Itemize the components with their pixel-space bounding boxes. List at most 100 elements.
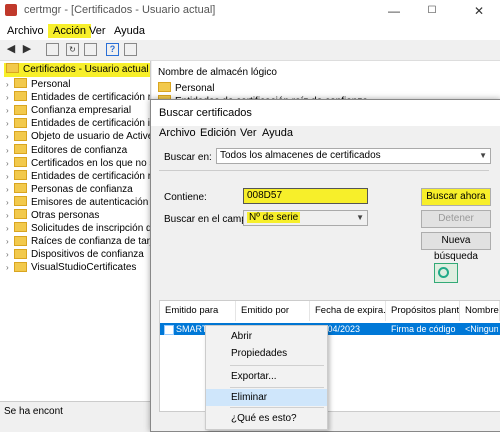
tree-item[interactable]: › Dispositivos de confianza <box>6 248 144 262</box>
expand-chevron-icon[interactable]: › <box>6 130 14 144</box>
expand-chevron-icon[interactable]: › <box>6 261 14 275</box>
show-hide-tree-icon[interactable] <box>46 43 59 56</box>
search-field-value: Nº de serie <box>247 212 301 223</box>
tree-item[interactable]: › Otras personas <box>6 209 99 223</box>
tree-item[interactable]: › Entidades de certificación int <box>6 117 150 131</box>
expand-chevron-icon[interactable]: › <box>6 117 14 131</box>
tree-item[interactable]: › Emisores de autenticación de <box>6 196 150 210</box>
folder-icon <box>14 170 27 181</box>
chevron-down-icon: ▼ <box>479 151 487 160</box>
context-separator <box>230 387 324 388</box>
tree-item-label: Raíces de confianza de tarjeta <box>31 236 150 248</box>
folder-icon <box>14 183 27 194</box>
tree-item-label: Editores de confianza <box>31 144 128 156</box>
column-header[interactable]: Propósitos plant... <box>386 301 460 321</box>
expand-chevron-icon[interactable]: › <box>6 248 14 262</box>
column-header[interactable]: Nombre d <box>460 301 500 321</box>
search-now-button[interactable]: Buscar ahora <box>421 188 491 206</box>
menu-ver[interactable]: Ver <box>84 24 111 38</box>
dialog-title-bar: Buscar certificados <box>151 100 500 126</box>
expand-chevron-icon[interactable]: › <box>6 157 14 171</box>
folder-icon <box>158 82 171 93</box>
tree-item[interactable]: › Solicitudes de inscripción de <box>6 222 150 236</box>
column-header[interactable]: Fecha de expira... <box>310 301 386 321</box>
folder-icon <box>14 78 27 89</box>
certificate-store-icon <box>6 63 19 74</box>
maximize-button[interactable]: ☐ <box>421 2 443 20</box>
tree-item[interactable]: › Raíces de confianza de tarjeta <box>6 235 150 249</box>
expand-chevron-icon[interactable]: › <box>6 235 14 249</box>
forward-arrow-icon[interactable]: ▶ <box>20 42 34 56</box>
tree-item[interactable]: › Confianza empresarial <box>6 104 131 118</box>
tree-item[interactable]: › Entidades de certificación raí <box>6 91 151 105</box>
store-item-personal[interactable]: Personal <box>158 82 214 96</box>
tree-item[interactable]: › Editores de confianza <box>6 143 128 158</box>
export-list-icon[interactable] <box>84 43 97 56</box>
column-header[interactable]: Emitido por <box>236 301 310 321</box>
properties-icon[interactable] <box>124 43 137 56</box>
tree-item-label: Entidades de certificación raí <box>31 170 151 182</box>
expand-chevron-icon[interactable]: › <box>6 222 14 236</box>
folder-icon <box>14 130 27 141</box>
tree-item[interactable]: › Objeto de usuario de Active D <box>6 130 151 144</box>
context-export[interactable]: Exportar... <box>206 368 327 385</box>
menu-archivo[interactable]: Archivo <box>2 24 49 38</box>
expand-chevron-icon[interactable]: › <box>6 144 14 158</box>
column-header[interactable]: Emitido para <box>160 301 236 321</box>
certificate-icon <box>164 325 174 335</box>
expand-chevron-icon[interactable]: › <box>6 209 14 223</box>
dialog-menu-edicion[interactable]: Edición <box>200 127 236 139</box>
tree-pane: Certificados - Usuario actual › Personal ›… <box>0 61 151 401</box>
context-open[interactable]: Abrir <box>206 328 327 345</box>
dialog-menu-ayuda[interactable]: Ayuda <box>262 127 293 139</box>
context-separator <box>230 365 324 366</box>
context-delete[interactable]: Eliminar <box>206 389 327 406</box>
dialog-menu-ver[interactable]: Ver <box>240 127 257 139</box>
tree-item-label: Dispositivos de confianza <box>31 249 144 261</box>
tree-item[interactable]: › Personas de confianza <box>6 183 133 197</box>
tree-item-label: Entidades de certificación raí <box>31 92 151 104</box>
context-whats-this[interactable]: ¿Qué es esto? <box>206 410 327 427</box>
close-button[interactable]: ✕ <box>468 2 490 20</box>
menu-ayuda[interactable]: Ayuda <box>109 24 150 38</box>
toolbar: ◀ ▶ ↻ ? <box>0 40 500 61</box>
divider <box>159 170 489 171</box>
context-properties[interactable]: Propiedades <box>206 345 327 362</box>
folder-icon <box>14 235 27 246</box>
expand-chevron-icon[interactable]: › <box>6 196 14 210</box>
stop-button[interactable]: Detener <box>421 210 491 228</box>
tree-item[interactable]: › Entidades de certificación raí <box>6 170 151 184</box>
title-bar: certmgr - [Certificados - Usuario actual… <box>0 0 500 22</box>
expand-chevron-icon[interactable]: › <box>6 91 14 105</box>
tree-item-label: Personal <box>31 79 71 90</box>
window-title: certmgr - [Certificados - Usuario actual… <box>24 4 216 16</box>
contains-input[interactable]: 008D57 <box>243 188 368 204</box>
tree-item[interactable]: › Certificados en los que no se <box>6 156 150 171</box>
expand-chevron-icon[interactable]: › <box>6 170 14 184</box>
result-cell: <Ninguno <box>465 324 498 334</box>
folder-icon <box>14 222 27 233</box>
search-field-select[interactable]: Nº de serie ▼ <box>243 210 368 226</box>
expand-chevron-icon[interactable]: › <box>6 78 14 92</box>
search-animation-icon <box>434 263 458 283</box>
tree-item[interactable]: › Personal <box>6 78 70 92</box>
new-search-button[interactable]: Nueva búsqueda <box>421 232 491 262</box>
folder-icon <box>14 117 27 128</box>
magnifier-icon <box>438 267 449 278</box>
help-icon[interactable]: ? <box>106 43 119 56</box>
store-item-label: Personal <box>175 83 215 94</box>
tree-item-label: VisualStudioCertificates <box>31 262 137 274</box>
folder-icon <box>14 156 27 167</box>
back-arrow-icon[interactable]: ◀ <box>4 42 18 56</box>
minimize-button[interactable]: — <box>383 2 405 20</box>
expand-chevron-icon[interactable]: › <box>6 183 14 197</box>
expand-chevron-icon[interactable]: › <box>6 104 14 118</box>
folder-icon <box>14 143 27 154</box>
tree-item[interactable]: › VisualStudioCertificates <box>6 261 136 275</box>
folder-icon <box>14 248 27 259</box>
tree-item-label: Objeto de usuario de Active D <box>31 131 151 143</box>
tree-root[interactable]: Certificados - Usuario actual <box>4 63 150 77</box>
search-in-select[interactable]: Todos los almacenes de certificados ▼ <box>216 148 491 164</box>
refresh-icon[interactable]: ↻ <box>66 43 79 56</box>
dialog-menu-archivo[interactable]: Archivo <box>159 127 196 139</box>
